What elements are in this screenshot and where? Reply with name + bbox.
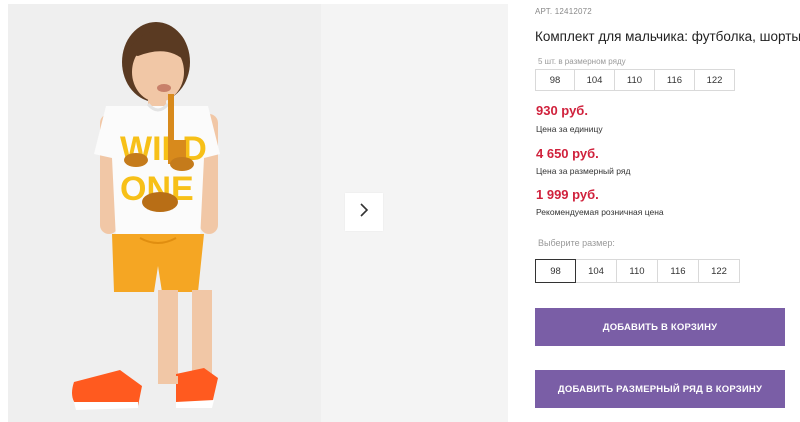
add-to-cart-button[interactable]: ДОБАВИТЬ В КОРЗИНУ	[535, 308, 785, 346]
set-size-cell: 104	[575, 69, 615, 91]
unit-price-label: Цена за единицу	[536, 124, 603, 134]
article-number: АРТ. 12412072	[535, 7, 592, 16]
retail-price-label: Рекомендуемая розничная цена	[536, 207, 664, 217]
size-option-122[interactable]: 122	[699, 259, 740, 283]
set-size-cell: 122	[695, 69, 735, 91]
set-price: 4 650 руб.	[536, 146, 599, 161]
size-option-104[interactable]: 104	[576, 259, 617, 283]
product-title: Комплект для мальчика: футболка, шорты	[535, 29, 800, 44]
size-selector: 98 104 110 116 122	[535, 259, 740, 283]
unit-price: 930 руб.	[536, 103, 588, 118]
boy-illustration: WILD ONE	[8, 4, 321, 422]
size-option-116[interactable]: 116	[658, 259, 699, 283]
size-option-98[interactable]: 98	[535, 259, 576, 283]
set-size-cell: 116	[655, 69, 695, 91]
choose-size-label: Выберите размер:	[538, 238, 615, 248]
retail-price: 1 999 руб.	[536, 187, 599, 202]
set-sizes-row: 98 104 110 116 122	[535, 69, 735, 91]
product-photo[interactable]: WILD ONE	[8, 4, 321, 422]
set-price-label: Цена за размерный ряд	[536, 166, 631, 176]
gallery-next-button[interactable]	[345, 193, 383, 231]
set-size-note: 5 шт. в размерном ряду	[538, 57, 626, 66]
add-set-to-cart-button[interactable]: ДОБАВИТЬ РАЗМЕРНЫЙ РЯД В КОРЗИНУ	[535, 370, 785, 408]
set-size-cell: 98	[535, 69, 575, 91]
size-option-110[interactable]: 110	[617, 259, 658, 283]
set-size-cell: 110	[615, 69, 655, 91]
chevron-right-icon	[358, 202, 370, 223]
